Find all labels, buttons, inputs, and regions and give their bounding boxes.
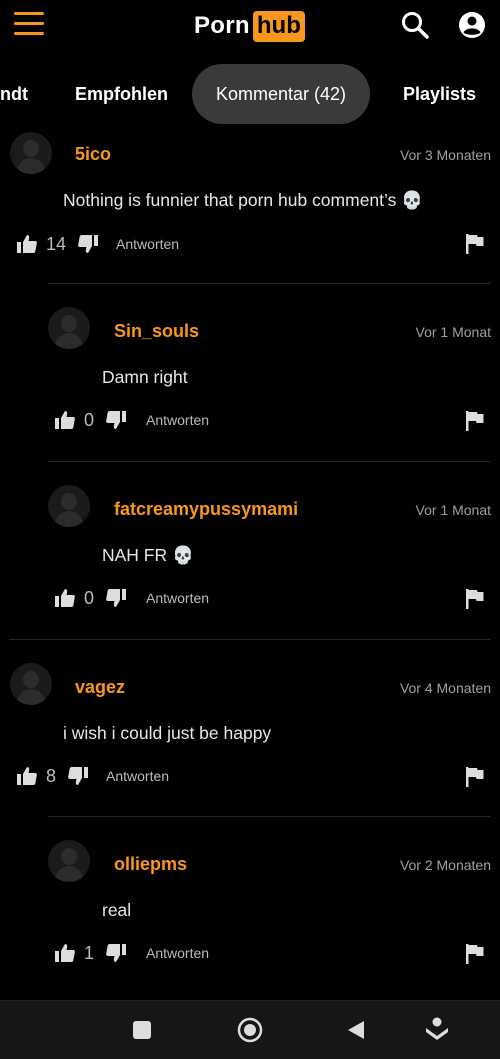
comment-item: vagez Vor 4 Monaten i wish i could just … (0, 639, 500, 817)
system-nav-bar (0, 1000, 500, 1059)
back-triangle-icon[interactable] (347, 1020, 365, 1040)
search-icon[interactable] (400, 10, 430, 40)
comment-actions: 0 Antworten (55, 407, 209, 433)
thumbs-down-icon[interactable] (106, 944, 127, 962)
comment-timestamp: Vor 1 Monat (415, 324, 492, 340)
tab-comments[interactable]: Kommentar (42) (192, 64, 371, 124)
comment-actions: 0 Antworten (55, 585, 209, 611)
comment-text: Nothing is funnier that porn hub comment… (63, 190, 423, 210)
tab-recommended[interactable]: Empfohlen (75, 64, 168, 124)
comment-text: real (102, 900, 132, 920)
avatar[interactable] (10, 663, 52, 705)
tab-trending[interactable]: ndt (0, 64, 28, 124)
circle-home-icon[interactable] (237, 1017, 263, 1043)
thumbs-down-icon[interactable] (106, 411, 127, 429)
avatar[interactable] (48, 307, 90, 349)
menu-icon[interactable] (14, 12, 44, 36)
thumbs-up-icon[interactable] (55, 411, 75, 429)
flag-icon[interactable] (466, 767, 484, 787)
like-count: 8 (46, 765, 57, 786)
flag-icon[interactable] (466, 589, 484, 609)
reply-button[interactable]: Antworten (146, 590, 209, 606)
like-count: 0 (84, 587, 95, 608)
like-count: 1 (84, 942, 95, 963)
comment-reply-item: fatcreamypussymami Vor 1 Monat NAH FR 💀 … (0, 461, 500, 640)
reply-button[interactable]: Antworten (106, 768, 169, 784)
comment-reply-item: olliepms Vor 2 Monaten real 1 Antworten (0, 816, 500, 994)
tab-bar: ndt Empfohlen Kommentar (42) Playlists (0, 64, 500, 126)
thumbs-up-icon[interactable] (17, 235, 37, 253)
reply-button[interactable]: Antworten (146, 412, 209, 428)
comment-text: Damn right (102, 367, 188, 387)
app-header: Porn hub (0, 0, 500, 58)
comment-actions: 8 Antworten (17, 763, 169, 789)
flag-icon[interactable] (466, 411, 484, 431)
thumbs-down-icon[interactable] (78, 235, 99, 253)
comment-actions: 14 Antworten (17, 231, 179, 257)
reply-button[interactable]: Antworten (146, 945, 209, 961)
flag-icon[interactable] (466, 944, 484, 964)
comment-reply-item: Sin_souls Vor 1 Monat Damn right 0 Antwo… (0, 283, 500, 462)
comment-username[interactable]: olliepms (114, 854, 187, 875)
comment-text: NAH FR 💀 (102, 545, 194, 565)
comment-actions: 1 Antworten (55, 940, 209, 966)
tab-playlists[interactable]: Playlists (403, 64, 476, 124)
thumbs-up-icon[interactable] (55, 944, 75, 962)
like-count: 14 (46, 233, 67, 254)
comment-username[interactable]: vagez (75, 677, 125, 698)
comment-item: 5ico Vor 3 Monaten Nothing is funnier th… (0, 128, 500, 284)
comment-timestamp: Vor 2 Monaten (399, 857, 491, 873)
like-count: 0 (84, 409, 95, 430)
flag-icon[interactable] (466, 234, 484, 254)
comment-text: i wish i could just be happy (63, 723, 272, 743)
avatar[interactable] (48, 485, 90, 527)
account-icon[interactable] (457, 10, 487, 40)
thumbs-down-icon[interactable] (68, 767, 89, 785)
comment-username[interactable]: 5ico (75, 144, 111, 165)
comment-timestamp: Vor 4 Monaten (399, 680, 491, 696)
thumbs-up-icon[interactable] (55, 589, 75, 607)
comment-timestamp: Vor 3 Monaten (399, 147, 491, 163)
comment-username[interactable]: Sin_souls (114, 321, 199, 342)
comment-list: 5ico Vor 3 Monaten Nothing is funnier th… (0, 128, 500, 994)
reply-button[interactable]: Antworten (116, 236, 179, 252)
logo-text-porn: Porn (194, 12, 250, 39)
logo[interactable]: Porn hub (194, 10, 305, 42)
comment-timestamp: Vor 1 Monat (415, 502, 492, 518)
square-icon[interactable] (133, 1021, 151, 1039)
thumbs-up-icon[interactable] (17, 767, 37, 785)
logo-text-hub: hub (252, 10, 305, 42)
thumbs-down-icon[interactable] (106, 589, 127, 607)
comment-username[interactable]: fatcreamypussymami (114, 499, 298, 520)
avatar[interactable] (10, 132, 52, 174)
download-arrow-icon[interactable] (425, 1016, 449, 1044)
avatar[interactable] (48, 840, 90, 882)
